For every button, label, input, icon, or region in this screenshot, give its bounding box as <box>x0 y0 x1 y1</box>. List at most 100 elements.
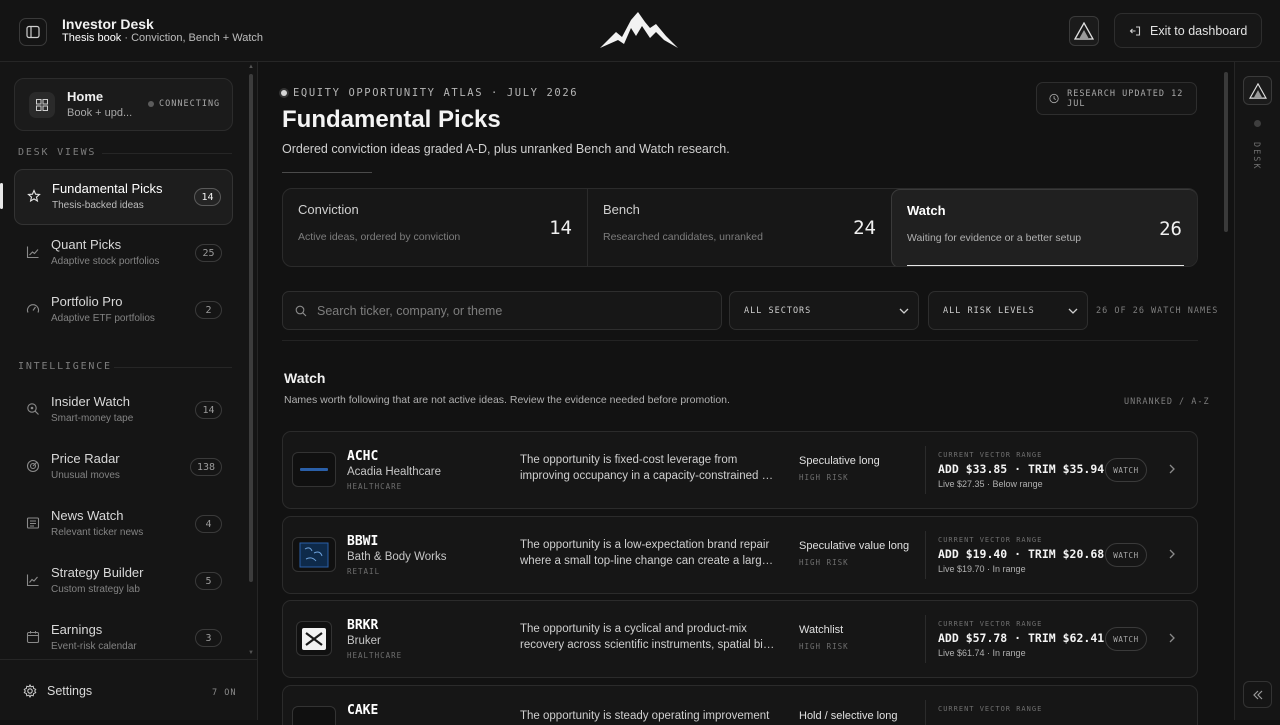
range-label: CURRENT VECTOR RANGE <box>938 620 1043 628</box>
home-card[interactable]: Home Book + upd... CONNECTING <box>14 78 233 131</box>
divider <box>282 172 372 173</box>
count-badge: 138 <box>189 458 222 476</box>
radar-icon <box>26 459 40 473</box>
nav-item-insider-watch[interactable]: Insider Watch Smart-money tape 14 <box>14 383 233 439</box>
company-logo <box>292 537 336 572</box>
live-price: Live $27.35 · Below range <box>938 479 1043 489</box>
chevron-right-icon[interactable] <box>1167 630 1177 646</box>
watch-pill[interactable]: WATCH <box>1105 458 1147 482</box>
search-input[interactable] <box>317 303 697 318</box>
acadia-logo-icon <box>300 467 328 471</box>
brand-mountain-icon <box>1248 82 1267 99</box>
range-label: CURRENT VECTOR RANGE <box>938 705 1043 713</box>
sidebar-scroll-down[interactable]: ▼ <box>248 650 254 656</box>
sidebar-panel-icon <box>26 25 40 39</box>
nav-item-strategy-builder[interactable]: Strategy Builder Custom strategy lab 5 <box>14 554 233 610</box>
sector-label: HEALTHCARE <box>347 482 403 491</box>
risk-level: HIGH RISK <box>799 558 849 567</box>
calendar-icon <box>26 631 40 644</box>
watch-row-bbwi[interactable]: BBWI Bath & Body Works RETAIL The opport… <box>282 516 1198 594</box>
sidebar-toggle-button[interactable] <box>19 18 47 46</box>
main-scrollbar[interactable] <box>1224 72 1228 232</box>
nav-item-quant-picks[interactable]: Quant Picks Adaptive stock portfolios 25 <box>14 226 233 282</box>
watch-pill[interactable]: WATCH <box>1105 543 1147 567</box>
rail-brand-button[interactable] <box>1243 76 1272 105</box>
live-dot-icon <box>281 90 287 96</box>
risk-level: HIGH RISK <box>799 473 849 482</box>
app-subtitle: Thesis book · Conviction, Bench + Watch <box>62 32 264 44</box>
live-price: Live $61.74 · In range <box>938 648 1026 658</box>
app-title: Investor Desk <box>62 16 154 32</box>
double-chevron-left-icon <box>1252 690 1262 699</box>
settings-status: 7 ON <box>212 688 237 698</box>
exit-to-dashboard-button[interactable]: Exit to dashboard <box>1114 13 1262 48</box>
gear-icon <box>23 684 37 698</box>
sidebar-scroll-up[interactable]: ▲ <box>248 64 254 70</box>
nav-item-fundamental-picks[interactable]: Fundamental Picks Thesis-backed ideas 14 <box>14 169 233 225</box>
ticker: BBWI <box>347 534 379 549</box>
chevron-down-icon <box>1068 308 1078 314</box>
risk-select[interactable]: ALL RISK LEVELS <box>928 291 1088 330</box>
nav-item-portfolio-pro[interactable]: Portfolio Pro Adaptive ETF portfolios 2 <box>14 283 233 339</box>
settings-button[interactable]: Settings <box>23 684 92 698</box>
gauge-icon <box>26 304 40 313</box>
connection-status: CONNECTING <box>148 99 220 109</box>
star-icon <box>27 189 41 203</box>
chevron-down-icon <box>899 308 909 314</box>
company-logo <box>292 706 336 725</box>
watch-row-brkr[interactable]: BRKR Bruker HEALTHCARE The opportunity i… <box>282 600 1198 678</box>
vector-range: ADD $19.40 · TRIM $20.68 <box>938 547 1105 561</box>
divider <box>925 446 926 494</box>
ticker: BRKR <box>347 618 379 633</box>
stance: Speculative value long <box>799 540 910 552</box>
intelligence-heading: INTELLIGENCE <box>18 361 112 372</box>
ticker: CAKE <box>347 703 379 718</box>
divider <box>925 700 926 725</box>
nav-item-price-radar[interactable]: Price Radar Unusual moves 138 <box>14 440 233 496</box>
count-badge: 14 <box>195 401 222 419</box>
company-logo <box>292 452 336 487</box>
search-box[interactable] <box>282 291 722 330</box>
divider <box>102 153 232 154</box>
vector-range: ADD $33.85 · TRIM $35.94 <box>938 462 1105 476</box>
divider <box>114 367 232 368</box>
bath-body-works-logo-icon <box>299 542 329 567</box>
stance: Hold / selective long <box>799 710 898 722</box>
sidebar-footer: Settings 7 ON <box>0 659 257 720</box>
thesis-text: The opportunity is a low-expectation bra… <box>520 539 775 567</box>
chevron-right-icon[interactable] <box>1167 461 1177 477</box>
collapse-rail-button[interactable] <box>1243 681 1272 708</box>
trend-chart-icon <box>26 246 39 259</box>
tab-bench[interactable]: Bench Researched candidates, unranked 24 <box>588 189 891 266</box>
sector-select[interactable]: ALL SECTORS <box>729 291 919 330</box>
watch-row-achc[interactable]: ACHC Acadia Healthcare HEALTHCARE The op… <box>282 431 1198 509</box>
page-title: Fundamental Picks <box>282 106 501 133</box>
watch-row-cake[interactable]: CAKE The opportunity is steady operating… <box>282 685 1198 725</box>
tab-count: 24 <box>853 217 876 239</box>
home-title: Home <box>67 89 104 104</box>
company-name: Bruker <box>347 635 381 647</box>
brand-mark-button[interactable] <box>1069 16 1099 46</box>
live-price: Live $19.70 · In range <box>938 564 1026 574</box>
nav-item-news-watch[interactable]: News Watch Relevant ticker news 4 <box>14 497 233 553</box>
main-content: EQUITY OPPORTUNITY ATLAS · JULY 2026 Fun… <box>259 62 1228 725</box>
tab-watch[interactable]: Watch Waiting for evidence or a better s… <box>891 189 1197 266</box>
exit-icon <box>1129 25 1141 36</box>
tab-conviction[interactable]: Conviction Active ideas, ordered by conv… <box>283 189 587 266</box>
range-label: CURRENT VECTOR RANGE <box>938 451 1043 459</box>
magnifier-icon <box>27 403 39 415</box>
newspaper-icon <box>26 517 40 529</box>
list-title: Watch <box>284 370 326 386</box>
watch-pill[interactable]: WATCH <box>1105 627 1147 651</box>
range-label: CURRENT VECTOR RANGE <box>938 536 1043 544</box>
active-indicator <box>0 183 3 209</box>
mountain-logo-icon[interactable] <box>598 10 680 52</box>
chevron-right-icon[interactable] <box>1167 546 1177 562</box>
count-badge: 25 <box>195 244 222 262</box>
tab-count: 14 <box>549 217 572 239</box>
company-logo <box>296 621 332 656</box>
vector-range: ADD $57.78 · TRIM $62.41 <box>938 631 1105 645</box>
sidebar-scrollbar[interactable] <box>249 74 253 582</box>
thesis-text: The opportunity is a cyclical and produc… <box>520 623 775 651</box>
line-chart-icon <box>26 574 39 587</box>
